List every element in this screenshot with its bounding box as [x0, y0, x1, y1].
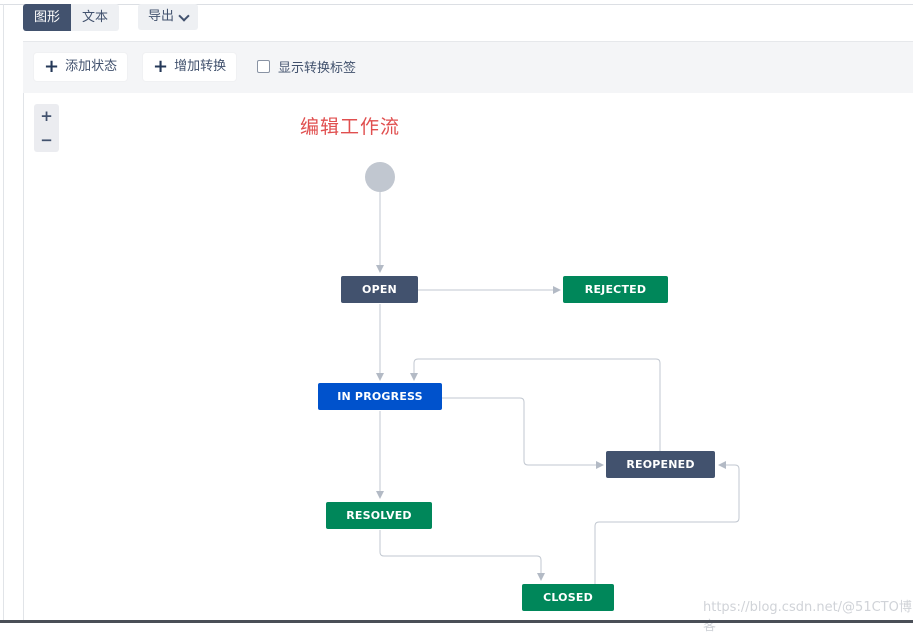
transition-inprogress-reopened — [442, 397, 604, 469]
workflow-start-node[interactable] — [365, 162, 395, 192]
transition-closed-reopened — [594, 461, 740, 584]
watermark-text: https://blog.csdn.net/@51CTO博客 — [703, 600, 912, 634]
status-open[interactable]: OPEN — [341, 276, 418, 303]
status-rejected[interactable]: REJECTED — [563, 276, 668, 303]
transition-arrows — [376, 192, 740, 584]
transition-resolved-closed — [379, 530, 545, 581]
status-closed[interactable]: CLOSED — [522, 584, 614, 611]
transition-reopened-inprogress — [410, 358, 661, 451]
status-reopened[interactable]: REOPENED — [606, 451, 715, 478]
status-in-progress[interactable]: IN PROGRESS — [318, 383, 442, 410]
status-resolved[interactable]: RESOLVED — [326, 502, 432, 529]
